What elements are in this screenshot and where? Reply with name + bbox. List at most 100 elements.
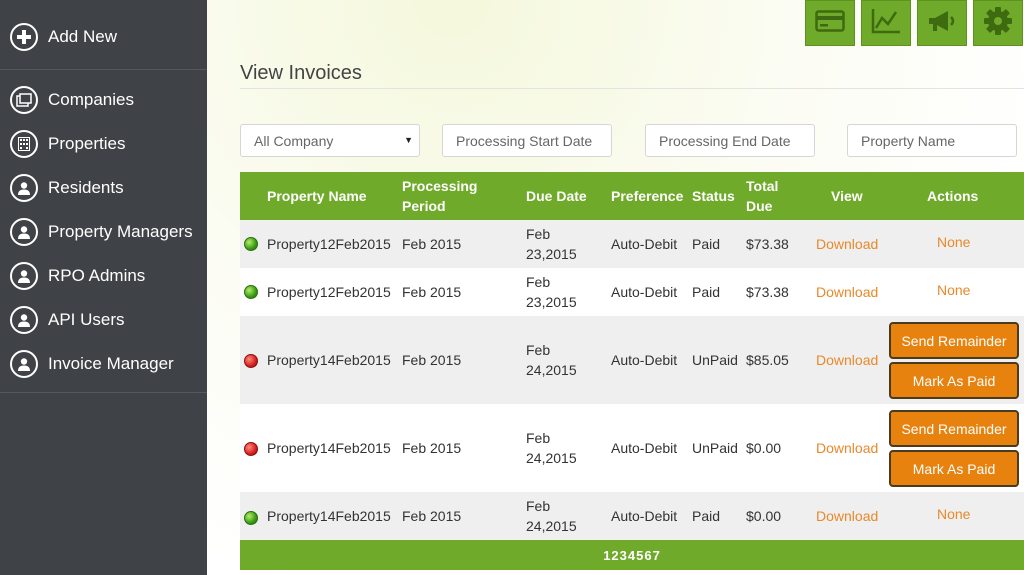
company-select[interactable]: All Company ▼ xyxy=(240,124,420,157)
megaphone-icon xyxy=(926,9,958,38)
cell-due-date-line2: 23,2015 xyxy=(526,294,577,310)
cell-preference: Auto-Debit xyxy=(611,284,678,300)
download-link[interactable]: Download xyxy=(816,350,878,370)
table-row: Property14Feb2015 Feb 2015 Feb 24,2015 A… xyxy=(240,492,1024,540)
download-link[interactable]: Download xyxy=(816,506,878,526)
sidebar-item-property-managers[interactable]: Property Managers xyxy=(0,210,207,254)
status-indicator-paid xyxy=(244,285,258,299)
processing-start-date-input[interactable]: Processing Start Date xyxy=(442,124,612,157)
page-title: View Invoices xyxy=(240,62,362,84)
send-reminder-button[interactable]: Send Remainder xyxy=(889,410,1019,447)
sidebar-item-invoice-manager[interactable]: Invoice Manager xyxy=(0,342,207,386)
sidebar-item-label: RPO Admins xyxy=(48,266,146,285)
announcements-button[interactable] xyxy=(917,0,967,46)
processing-end-date-input[interactable]: Processing End Date xyxy=(645,124,815,157)
settings-button[interactable] xyxy=(973,0,1023,46)
table-row: Property12Feb2015 Feb 2015 Feb 23,2015 A… xyxy=(240,268,1024,316)
cell-property-name: Property14Feb2015 xyxy=(267,508,391,524)
download-link[interactable]: Download xyxy=(816,438,878,458)
company-select-value: All Company xyxy=(254,132,334,149)
table-row: Property14Feb2015 Feb 2015 Feb 24,2015 A… xyxy=(240,316,1024,404)
credit-card-icon xyxy=(815,9,845,37)
action-none: None xyxy=(937,234,971,250)
header-view: View xyxy=(831,188,863,204)
header-due-date: Due Date xyxy=(526,188,587,204)
sidebar-item-label: Property Managers xyxy=(48,222,193,241)
line-chart-icon xyxy=(871,8,901,39)
pagination-pages[interactable]: 1234567 xyxy=(603,548,661,563)
sidebar-item-label: API Users xyxy=(48,310,125,329)
cell-due-date-line1: Feb xyxy=(526,498,551,514)
cell-total-due: $0.00 xyxy=(746,440,782,456)
cell-status: UnPaid xyxy=(692,440,738,456)
pagination[interactable]: 1234567 xyxy=(240,540,1024,570)
sidebar-item-label: Properties xyxy=(48,134,126,153)
sidebar-item-label: Companies xyxy=(48,90,134,109)
sidebar-item-rpo-admins[interactable]: RPO Admins xyxy=(0,254,207,298)
billing-button[interactable] xyxy=(805,0,855,46)
sidebar: Add New Companies Properties Residents P… xyxy=(0,0,207,575)
action-none: None xyxy=(937,282,971,298)
download-link[interactable]: Download xyxy=(816,282,878,302)
cell-processing-period: Feb 2015 xyxy=(402,284,462,300)
sidebar-item-label: Invoice Manager xyxy=(48,354,174,373)
status-indicator-paid xyxy=(244,237,258,251)
cell-due-date-line1: Feb xyxy=(526,430,551,446)
processing-end-date-placeholder: Processing End Date xyxy=(659,132,791,149)
sidebar-divider xyxy=(0,392,207,393)
cell-status: Paid xyxy=(692,236,721,252)
cell-processing-period: Feb 2015 xyxy=(402,440,462,456)
user-icon xyxy=(10,174,38,202)
sidebar-item-companies[interactable]: Companies xyxy=(0,78,207,122)
processing-start-date-placeholder: Processing Start Date xyxy=(456,132,593,149)
header-total-due-line1: Total xyxy=(746,178,779,194)
sidebar-item-api-users[interactable]: API Users xyxy=(0,298,207,342)
status-indicator-unpaid xyxy=(244,442,258,456)
property-name-placeholder: Property Name xyxy=(861,132,956,149)
cell-preference: Auto-Debit xyxy=(611,236,678,252)
table-row: Property12Feb2015 Feb 2015 Feb 23,2015 A… xyxy=(240,220,1024,268)
cell-status: UnPaid xyxy=(692,352,738,368)
cell-property-name: Property14Feb2015 xyxy=(267,352,391,368)
header-status: Status xyxy=(692,188,735,204)
mark-as-paid-button[interactable]: Mark As Paid xyxy=(889,362,1019,399)
add-new-button[interactable]: Add New xyxy=(0,0,207,70)
property-name-input[interactable]: Property Name xyxy=(847,124,1017,157)
cell-property-name: Property12Feb2015 xyxy=(267,284,391,300)
grid-building-icon xyxy=(10,130,38,158)
cell-property-name: Property14Feb2015 xyxy=(267,440,391,456)
title-divider xyxy=(240,88,1024,89)
cell-due-date-line1: Feb xyxy=(526,274,551,290)
cell-due-date-line2: 23,2015 xyxy=(526,246,577,262)
mark-as-paid-button[interactable]: Mark As Paid xyxy=(889,450,1019,487)
cell-total-due: $85.05 xyxy=(746,352,789,368)
sidebar-item-residents[interactable]: Residents xyxy=(0,166,207,210)
header-actions: Actions xyxy=(927,188,979,204)
cell-preference: Auto-Debit xyxy=(611,508,678,524)
sidebar-item-properties[interactable]: Properties xyxy=(0,122,207,166)
action-none: None xyxy=(937,506,971,522)
header-processing-period-line1: Processing xyxy=(402,178,478,194)
main-content: View Invoices All Company ▼ Processing S… xyxy=(207,0,1024,575)
download-link[interactable]: Download xyxy=(816,234,878,254)
cell-total-due: $73.38 xyxy=(746,236,789,252)
cell-processing-period: Feb 2015 xyxy=(402,236,462,252)
status-indicator-paid xyxy=(244,511,258,525)
header-preference: Preference xyxy=(611,188,684,204)
cell-due-date-line2: 24,2015 xyxy=(526,450,577,466)
invoice-table-header: Property Name Processing Period Due Date… xyxy=(240,172,1024,220)
header-total-due-line2: Due xyxy=(746,198,773,214)
cell-processing-period: Feb 2015 xyxy=(402,508,462,524)
user-icon xyxy=(10,262,38,290)
header-property-name: Property Name xyxy=(267,188,367,204)
plus-icon xyxy=(10,23,38,51)
cell-preference: Auto-Debit xyxy=(611,352,678,368)
cell-due-date-line2: 24,2015 xyxy=(526,362,577,378)
cell-processing-period: Feb 2015 xyxy=(402,352,462,368)
caret-down-icon: ▼ xyxy=(404,135,413,145)
cell-property-name: Property12Feb2015 xyxy=(267,236,391,252)
reports-button[interactable] xyxy=(861,0,911,46)
header-processing-period-line2: Period xyxy=(402,198,446,214)
cell-due-date-line1: Feb xyxy=(526,226,551,242)
send-reminder-button[interactable]: Send Remainder xyxy=(889,322,1019,359)
